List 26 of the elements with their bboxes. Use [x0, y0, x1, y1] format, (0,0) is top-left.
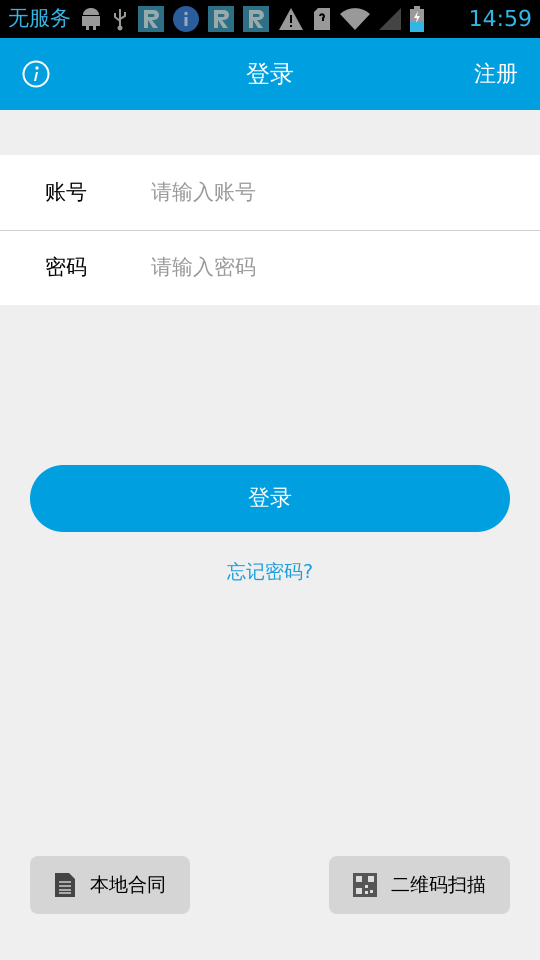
clock-text: 14:59	[468, 6, 532, 34]
r-letter-icon	[208, 6, 234, 32]
r-letter-icon	[138, 6, 164, 32]
forgot-password-link[interactable]: 忘记密码?	[226, 558, 314, 586]
register-button[interactable]: 注册	[474, 58, 518, 90]
bottom-button[interactable]: 本地合同	[30, 856, 190, 914]
battery-icon	[410, 6, 424, 32]
r-letter-icon	[243, 6, 269, 32]
input-field[interactable]: 请输入账号	[151, 176, 495, 208]
android-icon	[80, 7, 102, 31]
bottom-button[interactable]: 二维码扫描	[329, 856, 510, 914]
qr-code-icon	[353, 873, 377, 897]
login-button[interactable]: 登录	[30, 465, 510, 532]
field-label: 账号	[45, 178, 88, 206]
document-icon	[54, 873, 76, 897]
sim-card-icon	[313, 7, 331, 31]
signal-icon	[379, 8, 401, 30]
info-icon[interactable]	[22, 60, 50, 88]
page-title: 登录	[246, 59, 294, 90]
wifi-icon	[340, 7, 370, 31]
usb-icon	[111, 7, 129, 31]
warning-icon	[278, 7, 304, 31]
field-label: 密码	[45, 254, 88, 282]
input-field[interactable]: 请输入密码	[151, 252, 495, 284]
info-icon	[173, 6, 199, 32]
carrier-text: 无服务	[8, 5, 71, 32]
